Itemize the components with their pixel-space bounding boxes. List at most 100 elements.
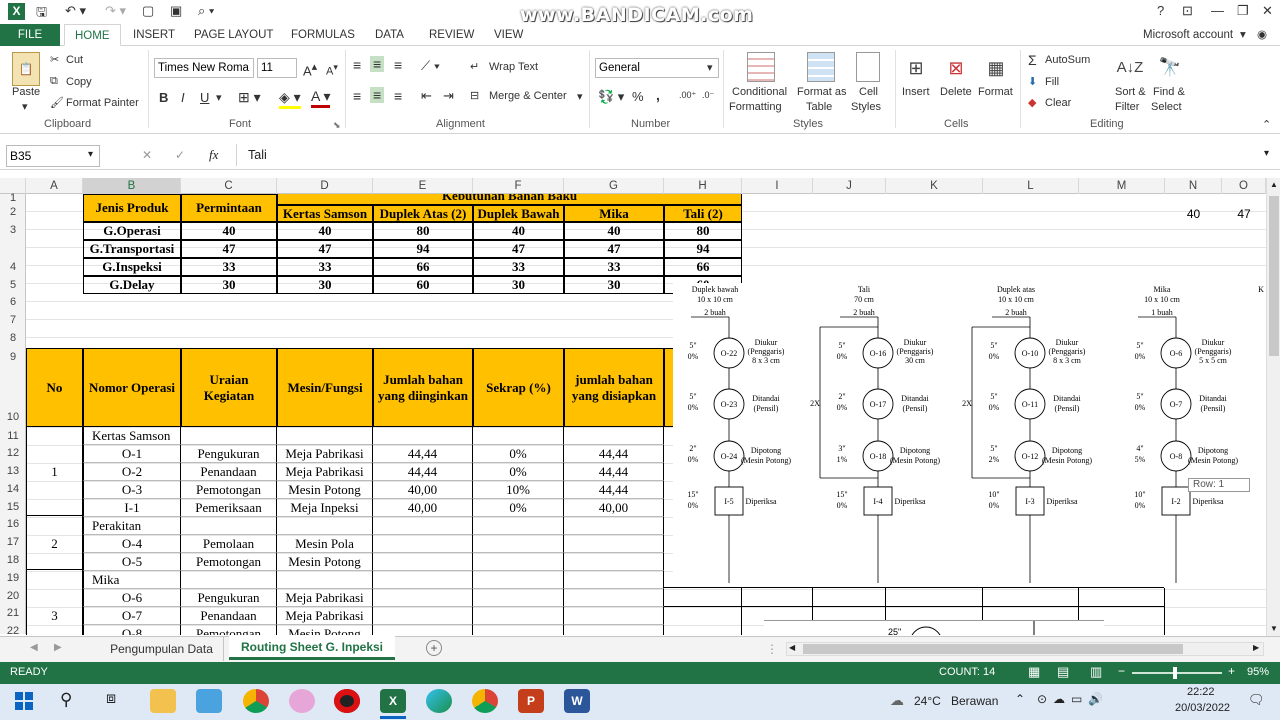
cell-siap[interactable] (564, 535, 664, 553)
row-header[interactable]: 21 (0, 607, 26, 619)
grow-font-icon[interactable]: A▴ (303, 60, 317, 78)
cell-op[interactable]: O-7 (83, 607, 181, 625)
cell-jenis[interactable]: G.Transportasi (83, 240, 181, 258)
paint-icon[interactable] (289, 689, 315, 713)
number-format-dropdown-icon[interactable]: ▾ (707, 61, 713, 74)
cell-n2[interactable]: 40 (1165, 205, 1222, 222)
name-box[interactable]: B35 (6, 145, 100, 167)
format-painter-icon[interactable]: 🖌 (50, 96, 64, 109)
font-size-select[interactable]: 11 (257, 58, 297, 78)
cell-jml[interactable]: 40,00 (373, 499, 473, 517)
find-select-button-line2[interactable]: Select (1151, 101, 1182, 113)
cell-op[interactable]: O-6 (83, 589, 181, 607)
row-header[interactable]: 11 (0, 430, 26, 442)
scroll-thumb[interactable] (1269, 196, 1279, 356)
minimize-button[interactable]: — (1211, 3, 1224, 18)
column-header[interactable]: H (664, 178, 742, 194)
align-center-icon[interactable]: ≡ (370, 87, 385, 103)
cell-mika[interactable]: 30 (564, 276, 664, 294)
format-cells-button[interactable]: Format (978, 86, 1013, 98)
notifications-icon[interactable]: 🗨 (1248, 692, 1265, 708)
tab-review[interactable]: REVIEW (429, 24, 474, 46)
sort-filter-button-line2[interactable]: Filter (1115, 101, 1139, 113)
align-left-icon[interactable]: ≡ (353, 88, 361, 104)
conditional-formatting-button-line2[interactable]: Formatting (729, 101, 782, 113)
header-kebutuhan[interactable]: Kebutuhan Bahan Baku (277, 194, 742, 205)
cell-uraian[interactable]: Pengukuran (181, 589, 277, 607)
format-as-table-button[interactable]: Format as (797, 86, 847, 98)
routing-header-jumlah-diinginkan[interactable]: Jumlah bahan yang diinginkan (373, 348, 473, 427)
cell-mesin[interactable]: Meja Pabrikasi (277, 607, 373, 625)
ribbon-display-icon[interactable]: ⊡ (1182, 3, 1193, 19)
tab-page-layout[interactable]: PAGE LAYOUT (194, 24, 273, 46)
row-header[interactable]: 7 (0, 314, 26, 326)
cell-mesin[interactable]: Meja Pabrikasi (277, 589, 373, 607)
insert-cells-button[interactable]: Insert (902, 86, 930, 98)
collapse-ribbon-icon[interactable]: ⌃ (1262, 118, 1271, 131)
cell-uraian[interactable]: Pemotongan (181, 553, 277, 571)
decrease-indent-icon[interactable]: ⇤ (421, 88, 432, 104)
row-header[interactable]: 4 (0, 261, 26, 273)
header-mika[interactable]: Mika (564, 205, 664, 222)
cell-uraian[interactable]: Pemotongan (181, 481, 277, 499)
cell-sekrap[interactable] (473, 589, 564, 607)
scroll-left-icon[interactable]: ◀ (789, 643, 795, 652)
row-header[interactable]: 9 (0, 351, 26, 363)
cell-mesin[interactable]: Mesin Potong (277, 625, 373, 635)
cell-siap[interactable] (564, 625, 664, 635)
align-right-icon[interactable]: ≡ (394, 88, 402, 104)
column-header[interactable]: O (1222, 178, 1266, 194)
cell-permintaan[interactable]: 40 (181, 222, 277, 240)
cell-styles-button-line2[interactable]: Styles (851, 101, 881, 113)
task-view-icon[interactable]: ⧈ (106, 690, 116, 708)
cell-op[interactable]: O-1 (83, 445, 181, 463)
routing-header-mesin[interactable]: Mesin/Fungsi (277, 348, 373, 427)
merge-center-icon[interactable]: ⊟ (470, 89, 479, 102)
row-header[interactable]: 13 (0, 465, 26, 477)
cell-duplek-bawah[interactable]: 30 (473, 276, 564, 294)
formula-input[interactable]: Tali (248, 148, 267, 162)
cell-uraian[interactable]: Pemolaan (181, 535, 277, 553)
align-bottom-icon[interactable]: ≡ (394, 57, 402, 73)
tray-chevron-icon[interactable]: ⌃ (1015, 692, 1025, 706)
cell-jenis[interactable]: G.Inspeksi (83, 258, 181, 276)
column-header[interactable]: J (813, 178, 886, 194)
cell-jml[interactable]: 44,44 (373, 463, 473, 481)
clear-button[interactable]: Clear (1045, 97, 1071, 109)
row-header[interactable]: 6 (0, 296, 26, 308)
cell-duplek-bawah[interactable]: 40 (473, 222, 564, 240)
cell-kertas[interactable]: 33 (277, 258, 373, 276)
cell-kertas[interactable]: 47 (277, 240, 373, 258)
row-header[interactable]: 2 (0, 206, 26, 218)
cell-uraian[interactable]: Pemotongan (181, 625, 277, 635)
insert-function-button[interactable]: fx (209, 147, 218, 163)
tab-file[interactable]: FILE (0, 24, 60, 46)
cell-jml[interactable] (373, 625, 473, 635)
cell-siap[interactable] (564, 517, 664, 535)
delete-cells-icon[interactable]: ⊠ (944, 54, 968, 82)
cell-permintaan[interactable]: 47 (181, 240, 277, 258)
scroll-up-icon[interactable]: ▲ (1270, 180, 1278, 189)
row-header[interactable]: 20 (0, 590, 26, 602)
sheet-tab-routing-sheet[interactable]: Routing Sheet G. Inpeksi (229, 636, 395, 660)
tab-formulas[interactable]: FORMULAS (291, 24, 355, 46)
cell-uraian[interactable] (181, 427, 277, 445)
column-header[interactable]: I (742, 178, 813, 194)
zoom-in-icon[interactable]: + (1228, 664, 1235, 678)
zoom-out-icon[interactable]: − (1118, 664, 1125, 678)
cell-sekrap[interactable] (473, 535, 564, 553)
weather-desc[interactable]: Berawan (951, 694, 998, 708)
undo-icon[interactable]: ↶ ▾ (65, 3, 86, 19)
conditional-formatting-button[interactable]: Conditional (732, 86, 787, 98)
cell-jml[interactable] (373, 589, 473, 607)
excel-taskbar-icon[interactable]: X (380, 689, 406, 713)
column-header[interactable]: F (473, 178, 564, 194)
expand-formula-icon[interactable]: ▾ (1264, 148, 1269, 159)
italic-button[interactable]: I (181, 90, 185, 105)
horizontal-scrollbar[interactable]: ◀ ▶ (786, 642, 1264, 656)
sheet-tab-pengumpulan-data[interactable]: Pengumpulan Data (100, 637, 224, 661)
row-header[interactable]: 15 (0, 501, 26, 513)
tab-insert[interactable]: INSERT (133, 24, 175, 46)
cell-sekrap[interactable] (473, 517, 564, 535)
cell-op[interactable]: O-5 (83, 553, 181, 571)
